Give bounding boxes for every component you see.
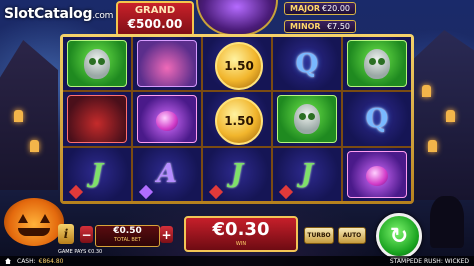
- coin-symbol: 1.50: [215, 41, 263, 90]
- black-cat-symbol-icon: [67, 95, 127, 143]
- bet-increase-button[interactable]: +: [160, 226, 173, 243]
- window-light: [446, 110, 455, 122]
- reel-cell: [343, 147, 411, 201]
- potion-symbol-icon: [137, 95, 197, 143]
- owl-symbol-icon: [67, 40, 127, 88]
- witch-symbol-icon: [137, 40, 197, 88]
- reel-frame: 1.50 Q 1.50 Q J A J J: [60, 34, 414, 204]
- info-button[interactable]: i: [58, 224, 74, 244]
- reel-cell: J: [273, 147, 341, 201]
- reel-grid: 1.50 Q 1.50 Q J A J J: [63, 37, 411, 201]
- haunted-house-right: [408, 30, 474, 200]
- coin-symbol: 1.50: [215, 96, 263, 145]
- watermark-logo: SlotCatalog.com: [4, 6, 113, 22]
- win-display: €0.30 WIN: [184, 216, 298, 252]
- cash-value: €864.80: [38, 257, 64, 265]
- window-light: [428, 140, 437, 152]
- grand-jackpot: GRAND €500.00: [116, 1, 194, 37]
- watermark-suffix: .com: [92, 11, 114, 21]
- reel-cell: J: [63, 147, 131, 201]
- window-light: [30, 140, 39, 152]
- pumpkin-eye: [40, 214, 50, 223]
- q-symbol: Q: [365, 103, 389, 134]
- reel-cell: J: [203, 147, 271, 201]
- status-footer: CASH: €864.80 STAMPEDE RUSH: WICKED: [0, 256, 474, 266]
- grand-jackpot-value: €500.00: [127, 17, 183, 31]
- minor-jackpot-value: €7.50: [327, 22, 350, 31]
- jack-o-lantern-icon: [4, 198, 64, 246]
- total-bet-value: €0.50: [113, 226, 142, 236]
- auto-button[interactable]: AUTO: [338, 227, 366, 244]
- watermark-brand: SlotCatalog: [4, 6, 93, 22]
- minor-jackpot: MINOR €7.50: [284, 20, 356, 33]
- window-light: [422, 85, 431, 97]
- reel-cell: 1.50: [203, 92, 271, 146]
- reel-cell: [133, 37, 201, 91]
- reel-cell: A: [133, 147, 201, 201]
- grand-jackpot-label: GRAND: [134, 5, 176, 16]
- reel-cell: 1.50: [203, 37, 271, 91]
- q-symbol: Q: [295, 48, 319, 79]
- potion-symbol-icon: [347, 150, 407, 198]
- control-bar: i − €0.50 TOTAL BET + €0.30 WIN TURBO AU…: [58, 216, 374, 252]
- black-cat-silhouette: [430, 196, 464, 248]
- minor-jackpot-label: MINOR: [290, 22, 321, 31]
- major-jackpot: MAJOR €20.00: [284, 2, 356, 15]
- window-light: [14, 110, 23, 122]
- win-value: €0.30: [212, 219, 270, 240]
- game-name: STAMPEDE RUSH: WICKED: [389, 257, 469, 265]
- reel-cell: [133, 92, 201, 146]
- reel-cell: Q: [343, 92, 411, 146]
- cash-label: CASH:: [17, 257, 36, 265]
- reel-cell: [63, 37, 131, 91]
- spin-button[interactable]: ↻: [376, 213, 422, 259]
- turbo-button[interactable]: TURBO: [304, 227, 334, 244]
- major-jackpot-value: €20.00: [322, 4, 350, 13]
- win-label: WIN: [235, 241, 247, 247]
- reel-cell: Q: [273, 37, 341, 91]
- reel-cell: [63, 92, 131, 146]
- game-pays-text: GAME PAYS €0.30: [58, 249, 103, 255]
- bet-decrease-button[interactable]: −: [80, 226, 93, 243]
- reel-cell: [343, 37, 411, 91]
- total-bet-label: TOTAL BET: [113, 237, 142, 243]
- major-jackpot-label: MAJOR: [290, 4, 321, 13]
- owl-symbol-icon: [277, 95, 337, 143]
- reel-cell: [273, 92, 341, 146]
- pumpkin-eye: [18, 214, 28, 223]
- owl-symbol-icon: [347, 40, 407, 88]
- home-icon[interactable]: [5, 258, 11, 264]
- total-bet-display: €0.50 TOTAL BET: [95, 225, 160, 247]
- pumpkin-mouth: [18, 228, 50, 236]
